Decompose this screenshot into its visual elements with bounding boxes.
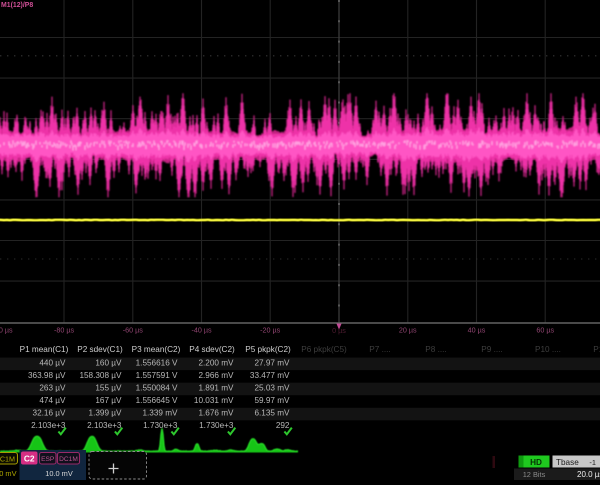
svg-text:27.97 mV: 27.97 mV	[254, 358, 290, 367]
svg-text:474 µV: 474 µV	[39, 396, 66, 405]
svg-text:1.730e+3: 1.730e+3	[143, 421, 178, 430]
svg-text:1.891 mV: 1.891 mV	[198, 384, 234, 393]
svg-text:-20 µs: -20 µs	[260, 326, 281, 335]
svg-text:P10 ....: P10 ....	[535, 345, 561, 354]
svg-text:40 µs: 40 µs	[468, 326, 486, 335]
svg-text:25.03 mV: 25.03 mV	[254, 384, 290, 393]
svg-text:1.730e+3: 1.730e+3	[199, 421, 234, 430]
svg-text:-60 µs: -60 µs	[123, 326, 144, 335]
svg-text:20 µs: 20 µs	[399, 326, 417, 335]
svg-text:263 µV: 263 µV	[39, 384, 66, 393]
svg-text:P3 mean(C2): P3 mean(C2)	[132, 345, 181, 354]
svg-text:P9 ....: P9 ....	[481, 345, 502, 354]
svg-text:DC1M: DC1M	[59, 456, 78, 463]
svg-text:12 Bits: 12 Bits	[523, 470, 546, 479]
svg-text:158.308 µV: 158.308 µV	[79, 371, 122, 380]
svg-text:363.98 µV: 363.98 µV	[28, 371, 66, 380]
svg-text:HD: HD	[530, 458, 542, 467]
svg-text:6.135 mV: 6.135 mV	[254, 409, 290, 418]
svg-text:2.200 mV: 2.200 mV	[198, 358, 234, 367]
svg-text:1.676 mV: 1.676 mV	[198, 409, 234, 418]
svg-text:P7 ....: P7 ....	[369, 345, 390, 354]
svg-text:20.0 µs/: 20.0 µs/	[577, 470, 600, 479]
svg-text:292: 292	[276, 421, 290, 430]
svg-text:-80 µs: -80 µs	[54, 326, 75, 335]
svg-text:Tbase: Tbase	[556, 458, 579, 467]
svg-text:2.103e+3: 2.103e+3	[87, 421, 122, 430]
svg-text:1.556645 V: 1.556645 V	[136, 396, 178, 405]
svg-text:P1 ....: P1 ....	[593, 345, 600, 354]
svg-text:ESP: ESP	[41, 456, 55, 463]
svg-text:10.0 mV: 10.0 mV	[0, 469, 17, 478]
svg-text:1.557591 V: 1.557591 V	[136, 371, 178, 380]
svg-text:60 µs: 60 µs	[536, 326, 554, 335]
svg-text:P4 sdev(C2): P4 sdev(C2)	[189, 345, 235, 354]
svg-text:C2: C2	[24, 454, 35, 464]
svg-text:-100 µs: -100 µs	[0, 326, 13, 335]
svg-text:-1: -1	[589, 458, 596, 467]
svg-text:33.477 mV: 33.477 mV	[250, 371, 290, 380]
svg-text:P2 sdev(C1): P2 sdev(C1)	[77, 345, 123, 354]
svg-text:59.97 mV: 59.97 mV	[254, 396, 290, 405]
svg-text:P6 pkpk(C5): P6 pkpk(C5)	[301, 345, 347, 354]
svg-text:167 µV: 167 µV	[95, 396, 122, 405]
svg-text:P8 ....: P8 ....	[425, 345, 446, 354]
svg-text:1.556616 V: 1.556616 V	[136, 358, 178, 367]
svg-text:2.103e+3: 2.103e+3	[31, 421, 66, 430]
svg-text:1.550084 V: 1.550084 V	[136, 384, 178, 393]
svg-text:DC1M: DC1M	[0, 455, 15, 464]
svg-text:1.399 µV: 1.399 µV	[89, 409, 122, 418]
svg-text:M1(12)/P8: M1(12)/P8	[1, 2, 33, 9]
svg-text:2.966 mV: 2.966 mV	[198, 371, 234, 380]
svg-text:P1 mean(C1): P1 mean(C1)	[20, 345, 69, 354]
svg-text:10.031 mV: 10.031 mV	[194, 396, 234, 405]
svg-text:155 µV: 155 µV	[95, 384, 122, 393]
svg-text:10.0 mV: 10.0 mV	[45, 469, 73, 478]
svg-text:1.339 mV: 1.339 mV	[142, 409, 178, 418]
svg-text:P5 pkpk(C2): P5 pkpk(C2)	[245, 345, 291, 354]
svg-text:440 µV: 440 µV	[39, 358, 66, 367]
svg-text:-40 µs: -40 µs	[191, 326, 212, 335]
svg-text:32.16 µV: 32.16 µV	[33, 409, 66, 418]
svg-text:160 µV: 160 µV	[95, 358, 122, 367]
